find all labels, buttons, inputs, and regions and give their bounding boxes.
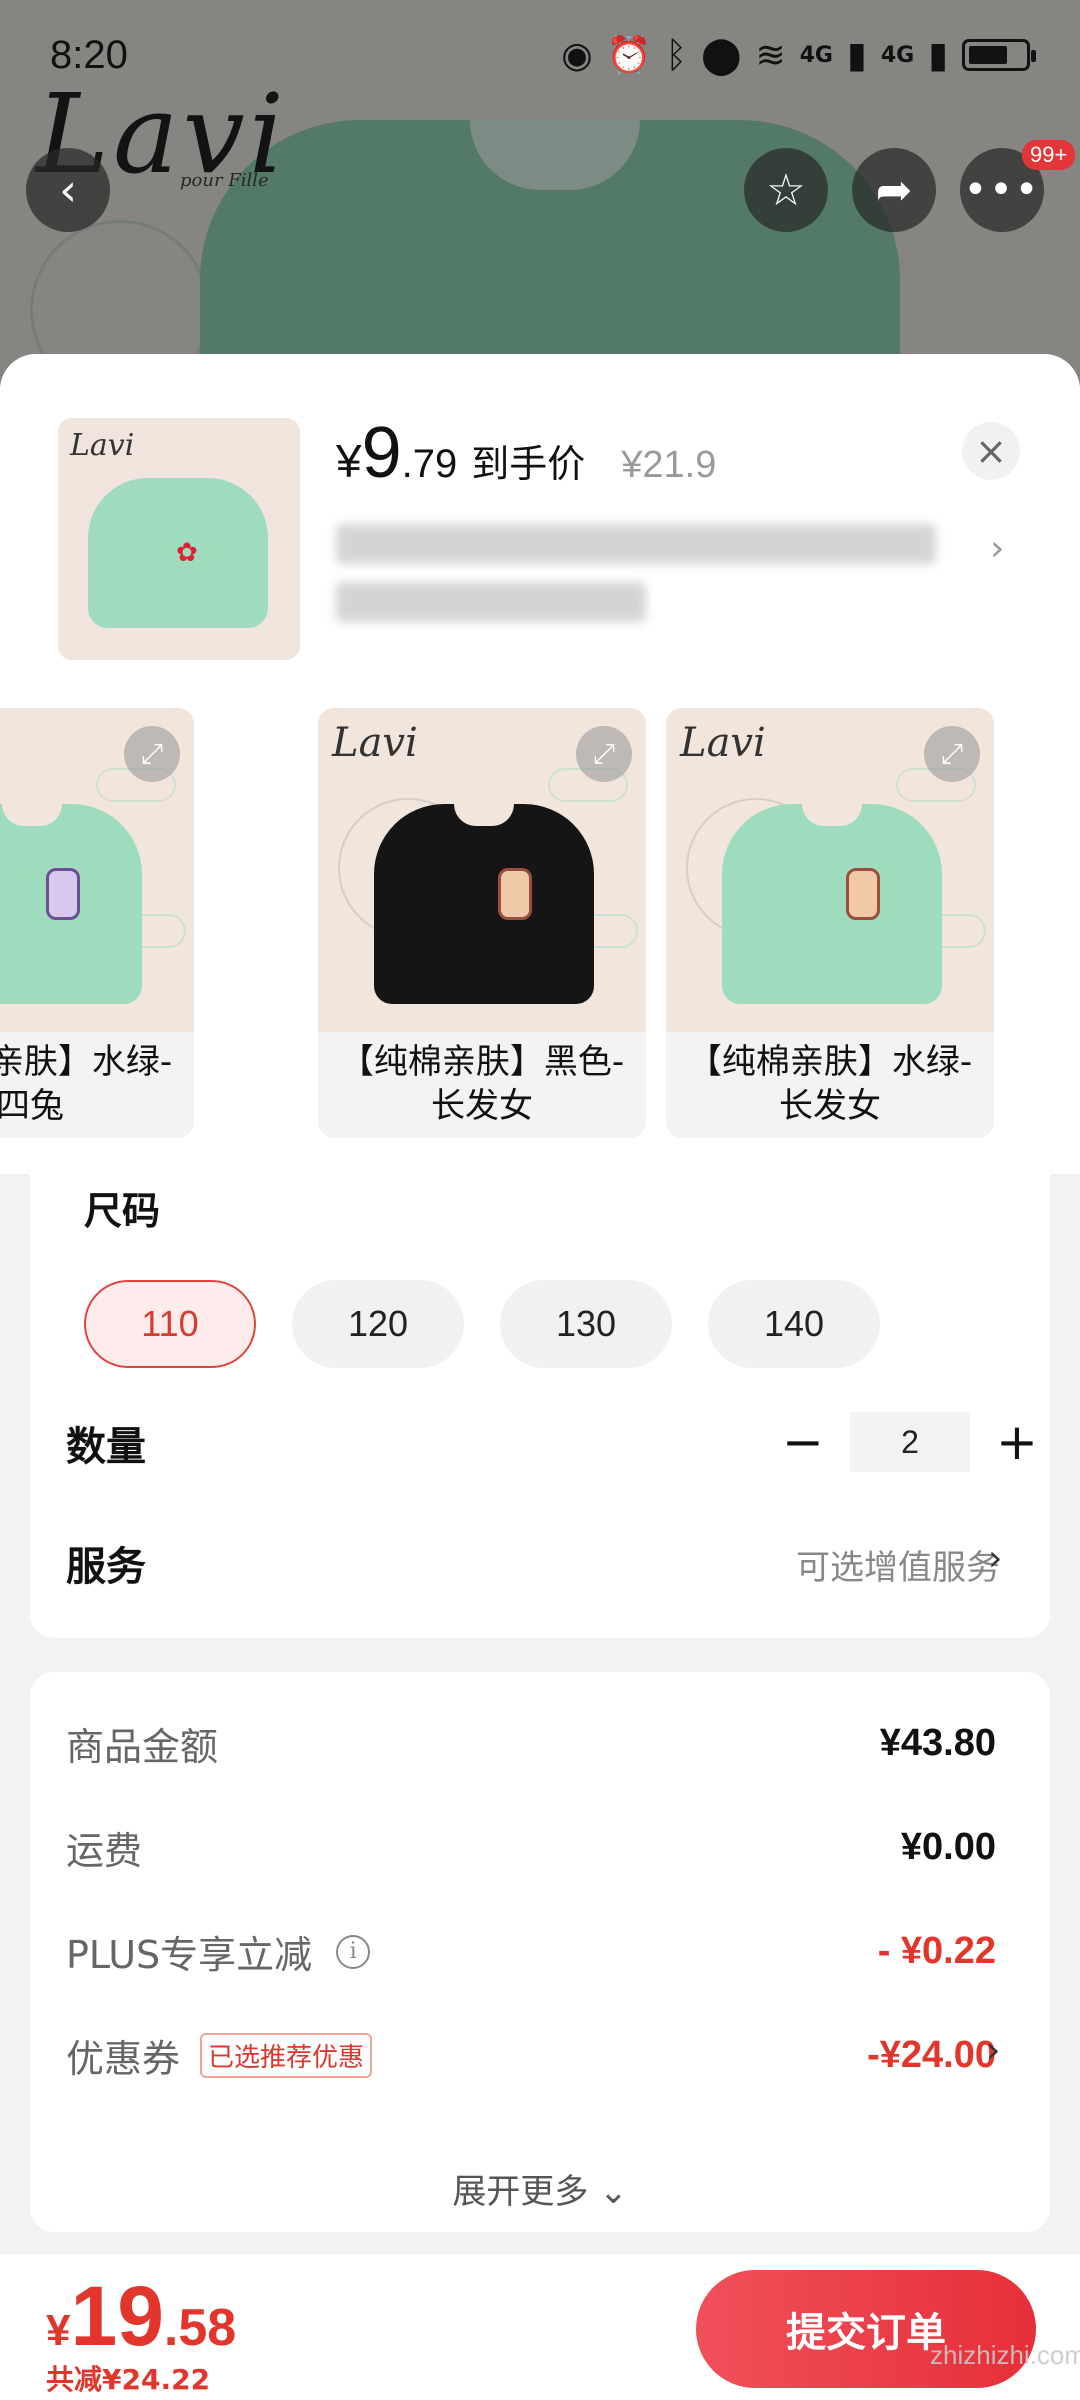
price-currency: ¥ <box>336 435 362 487</box>
price-decimal: .79 <box>401 442 458 486</box>
share-icon: ➦ <box>875 164 913 216</box>
variant-label: 【纯棉亲肤】黑色-长发女 <box>339 1042 625 1126</box>
price-integer: 9 <box>361 413 402 493</box>
product-title-redacted <box>336 524 956 640</box>
goods-amount-value: ¥43.80 <box>879 1722 996 1764</box>
decrease-button[interactable]: − <box>776 1413 830 1471</box>
info-icon[interactable]: i <box>336 1934 371 1969</box>
variant-label: 【纯棉亲肤】水绿-长发女 <box>687 1042 973 1126</box>
variant-label: 【纯棉亲肤】水绿-四兔 <box>0 1042 173 1126</box>
service-link[interactable]: 可选增值服务 <box>796 1540 1000 1589</box>
total-saved: 共减¥24.22 <box>46 2363 211 2396</box>
thumbnail-print-graphic: ✿ <box>176 538 198 568</box>
chevron-right-icon[interactable]: › <box>988 1538 1002 1579</box>
status-bar: 8:20 ◉ ⏰ ᛒ ⬤ ≋ 4G ▮ 4G ▮ <box>0 0 1080 110</box>
coupon-label-group: 优惠券 已选推荐优惠 <box>66 2028 373 2083</box>
shipping-value: ¥0.00 <box>900 1826 996 1868</box>
expand-icon[interactable]: ⤢ <box>576 726 632 782</box>
expand-more-label: 展开更多 <box>452 2172 589 2212</box>
size-option-120[interactable]: 120 <box>292 1280 464 1368</box>
quantity-stepper: − 2 + <box>776 1412 1044 1472</box>
product-thumbnail[interactable]: Lavi ✿ <box>58 418 300 660</box>
variant-card[interactable]: Lavi ⤢ 【纯棉亲肤】水绿-长发女 <box>666 708 994 1138</box>
checkout-bar: ¥ 19 .58 共减¥24.22 提交订单 <box>0 2254 1080 2400</box>
total-price: ¥ 19 .58 <box>46 2268 236 2365</box>
plus-discount-row: PLUS专享立减 i - ¥0.22 <box>66 1924 996 1979</box>
increase-button[interactable]: + <box>990 1413 1044 1471</box>
size-option-110[interactable]: 110 <box>84 1280 256 1368</box>
variant-list[interactable]: ⤢ 【纯棉亲肤】水绿-四兔 Lavi ⤢ 【纯棉亲肤】黑色-长发女 Lavi <box>0 694 1080 1154</box>
status-time: 8:20 <box>50 32 128 77</box>
expand-more-button[interactable]: 展开更多 ⌄ <box>30 2164 1050 2213</box>
variant-print-graphic <box>46 868 80 920</box>
close-icon: × <box>975 429 1007 473</box>
price-summary-card: 商品金额 ¥43.80 运费 ¥0.00 PLUS专享立减 i - ¥0.22 … <box>30 1672 1050 2232</box>
variant-brand-logo: Lavi <box>680 720 766 766</box>
total-integer: 19 <box>70 2269 164 2363</box>
close-button[interactable]: × <box>962 422 1020 480</box>
back-button[interactable]: ‹ <box>26 148 110 232</box>
variant-shirt-graphic <box>374 804 594 1004</box>
shipping-label: 运费 <box>66 1829 143 1873</box>
battery-icon <box>962 39 1036 71</box>
quantity-field[interactable]: 2 <box>850 1412 970 1472</box>
plus-discount-label: PLUS专享立减 <box>66 1933 313 1977</box>
size-title: 尺码 <box>84 1189 161 1233</box>
share-button[interactable]: ➦ <box>852 148 936 232</box>
plus-discount-value: - ¥0.22 <box>877 1930 996 1972</box>
coupon-value: -¥24.00 <box>867 2034 996 2076</box>
watermark-text: zhizhizhi.com <box>930 2340 1080 2370</box>
network-label-1: 4G <box>799 42 833 68</box>
chevron-left-icon: ‹ <box>59 164 77 216</box>
expand-icon[interactable]: ⤢ <box>924 726 980 782</box>
coupon-row[interactable]: 优惠券 已选推荐优惠 -¥24.00 <box>66 2028 996 2083</box>
price-line: ¥ 9 .79 到手价 ¥21.9 <box>336 412 716 494</box>
sku-bottom-sheet: Lavi ✿ ¥ 9 .79 到手价 ¥21.9 × › ⤢ 亲肤】水绿-四兔 … <box>0 354 1080 2254</box>
total-currency: ¥ <box>46 2306 71 2355</box>
favorite-button[interactable]: ☆ <box>744 148 828 232</box>
service-title: 服务 <box>66 1544 146 1590</box>
quantity-title: 数量 <box>66 1424 146 1470</box>
price-tag-label: 到手价 <box>471 442 586 486</box>
goods-amount-label: 商品金额 <box>66 1725 219 1769</box>
alarm-icon: ⏰ <box>606 35 652 76</box>
eye-icon: ◉ <box>561 34 593 76</box>
variant-print-graphic <box>846 868 880 920</box>
total-decimal: .58 <box>163 2299 237 2357</box>
bluetooth-icon: ᛒ <box>665 34 688 76</box>
signal-icon: ▮ <box>847 34 867 76</box>
variant-card[interactable]: Lavi ⤢ 【纯棉亲肤】黑色-长发女 <box>318 708 646 1138</box>
size-options: 110 120 130 140 <box>84 1280 880 1368</box>
chevron-right-icon[interactable]: › <box>986 2030 1000 2071</box>
redacted-line <box>336 524 936 564</box>
goods-amount-row: 商品金额 ¥43.80 <box>66 1716 996 1771</box>
star-icon: ☆ <box>766 164 806 216</box>
chevron-right-icon[interactable]: › <box>990 528 1004 569</box>
network-label-2: 4G <box>880 42 915 68</box>
expand-icon[interactable]: ⤢ <box>124 726 180 782</box>
coupon-label: 优惠券 <box>66 2037 181 2081</box>
status-icons: ◉ ⏰ ᛒ ⬤ ≋ 4G ▮ 4G ▮ <box>561 34 1036 76</box>
size-option-130[interactable]: 130 <box>500 1280 672 1368</box>
size-option-140[interactable]: 140 <box>708 1280 880 1368</box>
sheet-header: Lavi ✿ ¥ 9 .79 到手价 ¥21.9 × › <box>0 354 1080 694</box>
coupon-tag: 已选推荐优惠 <box>200 2033 373 2078</box>
variant-card[interactable]: ⤢ 【纯棉亲肤】水绿-四兔 <box>0 708 194 1138</box>
thumbnail-brand-logo: Lavi <box>70 428 135 463</box>
signal-icon: ▮ <box>928 34 948 76</box>
plus-discount-label-group: PLUS专享立减 i <box>66 1924 371 1979</box>
variant-brand-logo: Lavi <box>332 720 418 766</box>
variant-print-graphic <box>498 868 532 920</box>
location-icon: ⬤ <box>701 34 742 76</box>
more-dots-icon: ••• <box>963 167 1041 213</box>
variant-shirt-graphic <box>722 804 942 1004</box>
notification-badge: 99+ <box>1022 140 1076 170</box>
wifi-icon: ≋ <box>755 34 786 76</box>
chevron-down-icon: ⌄ <box>599 2172 628 2212</box>
original-price: ¥21.9 <box>621 444 717 486</box>
shipping-row: 运费 ¥0.00 <box>66 1820 996 1875</box>
redacted-line <box>336 582 646 622</box>
